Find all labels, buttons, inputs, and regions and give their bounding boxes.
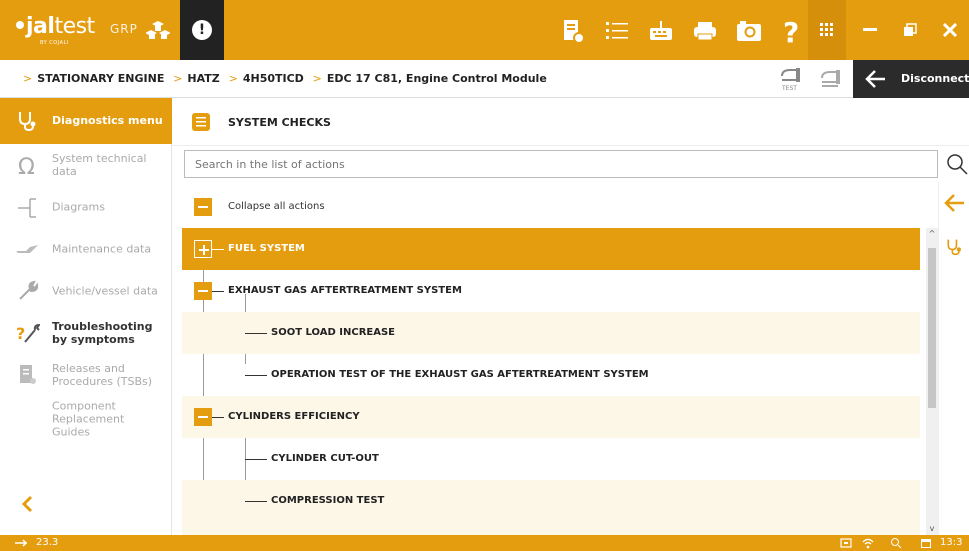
arrow-left-icon <box>865 70 885 88</box>
sidebar-item-vehicle-vessel-data[interactable]: Vehicle/vessel data <box>0 270 172 312</box>
checklist-icon <box>192 113 210 131</box>
list-icon[interactable] <box>604 18 630 44</box>
tree-branch <box>245 333 267 334</box>
minimize-icon <box>863 28 877 31</box>
calendar-icon <box>921 539 931 548</box>
grp-label: GRP <box>110 22 138 36</box>
tree-item-compression-test[interactable]: COMPRESSION TEST <box>182 480 920 522</box>
svg-text:Ω: Ω <box>18 155 35 177</box>
sidebar-item-releases-tsbs[interactable]: Releases and Procedures (TSBs) <box>0 354 172 396</box>
close-icon <box>943 23 957 37</box>
sidebar-item-maintenance-data[interactable]: Maintenance data <box>0 228 172 270</box>
oil-can-icon <box>16 245 38 253</box>
alert-icon: ! <box>192 20 212 40</box>
camera-icon[interactable] <box>736 18 762 44</box>
restore-button[interactable] <box>890 0 930 60</box>
keyboard-icon[interactable] <box>648 18 674 44</box>
logo: jaltest <box>16 14 95 39</box>
disconnect-button[interactable]: Disconnect <box>853 60 969 98</box>
breadcrumb: > STATIONARY ENGINE > HATZ >4H50TICD > EDC … <box>23 72 547 85</box>
section-header: SYSTEM CHECKS <box>172 98 969 146</box>
diagram-icon <box>18 198 36 218</box>
tree-item-operation-test[interactable]: OPERATION TEST OF THE EXHAUST GAS AFTERT… <box>182 354 920 396</box>
collapse-icon <box>194 408 212 426</box>
logo-subtitle: BY COJALI <box>40 40 69 46</box>
tree-item-fuel-system[interactable]: FUEL SYSTEM <box>182 228 920 270</box>
tree-item-exhaust-gas[interactable]: EXHAUST GAS AFTERTREATMENT SYSTEM <box>182 270 920 312</box>
svg-text:?: ? <box>783 18 799 44</box>
sidebar-item-diagnostics-menu[interactable]: Diagnostics menu <box>0 98 172 144</box>
voltage-readout: 23.3 <box>36 537 59 548</box>
tree-item-soot-load[interactable]: SOOT LOAD INCREASE <box>182 312 920 354</box>
tree-item-cylinder-cut-out[interactable]: CYLINDER CUT-OUT <box>182 438 920 480</box>
restore-icon <box>904 23 917 36</box>
usb-icon <box>15 539 28 547</box>
wifi-icon <box>862 538 874 549</box>
arrow-left-icon[interactable] <box>944 192 966 214</box>
breadcrumb-item[interactable]: STATIONARY ENGINE <box>37 72 164 85</box>
sidebar-item-system-technical-data[interactable]: Ω System technical data <box>0 144 172 186</box>
collapse-all-label: Collapse all actions <box>228 201 325 212</box>
tree-branch <box>212 417 224 418</box>
clock: 13:3 <box>940 537 963 548</box>
grid-icon <box>820 23 833 36</box>
top-bar: jaltest BY COJALI GRP ! ? <box>0 0 969 60</box>
sidebar-active-label: Diagnostics menu <box>52 114 163 127</box>
right-rail <box>938 182 969 535</box>
search-icon[interactable] <box>946 153 968 175</box>
collapse-all-row[interactable]: Collapse all actions <box>182 186 920 228</box>
svg-text:?: ? <box>16 324 25 343</box>
collapse-icon <box>194 282 212 300</box>
stethoscope-icon[interactable] <box>945 238 963 256</box>
minimize-button[interactable] <box>850 0 890 60</box>
connector-icon[interactable] <box>818 66 844 92</box>
breadcrumb-item[interactable]: 4H50TICD <box>243 72 304 85</box>
breadcrumb-item[interactable]: EDC 17 C81, Engine Control Module <box>327 72 547 85</box>
status-bar: 23.3 13:3 <box>0 535 969 551</box>
sidebar-item-diagrams[interactable]: Diagrams <box>0 186 172 228</box>
tree-branch <box>212 249 224 250</box>
troubleshoot-icon: ? <box>16 323 40 343</box>
disconnect-label: Disconnect <box>901 72 969 85</box>
connector-test-icon[interactable]: TEST <box>778 66 804 92</box>
report-icon[interactable] <box>560 18 586 44</box>
search-input[interactable] <box>184 150 938 178</box>
app-root: jaltest BY COJALI GRP ! ? > STATIONARY E… <box>0 0 969 551</box>
tree-item-partial[interactable] <box>182 522 920 535</box>
help-icon[interactable]: ? <box>778 18 804 44</box>
sidebar: Diagnostics menu Ω System technical data… <box>0 98 172 535</box>
omega-icon: Ω <box>18 155 35 177</box>
close-button[interactable] <box>930 0 969 60</box>
scroll-down-icon[interactable]: v <box>928 525 936 533</box>
printer-icon[interactable] <box>692 18 718 44</box>
breadcrumb-bar: > STATIONARY ENGINE > HATZ >4H50TICD > EDC … <box>0 60 969 98</box>
tree-item-cylinders-efficiency[interactable]: CYLINDERS EFFICIENCY <box>182 396 920 438</box>
search-icon <box>891 538 902 549</box>
wrench-icon <box>19 280 39 300</box>
tree-branch <box>245 459 267 460</box>
scrollbar-thumb[interactable] <box>928 248 936 408</box>
chevron-left-icon[interactable] <box>18 494 38 514</box>
brand-area: jaltest BY COJALI GRP <box>0 0 180 60</box>
alert-button[interactable]: ! <box>180 0 224 60</box>
sidebar-item-troubleshooting[interactable]: ? Troubleshooting by symptoms <box>0 312 172 354</box>
main-panel: SYSTEM CHECKS Collapse all actions FUEL … <box>172 98 969 535</box>
tree-branch <box>212 291 224 292</box>
section-title: SYSTEM CHECKS <box>228 116 331 129</box>
scroll-up-icon[interactable]: ^ <box>928 230 936 238</box>
expand-icon <box>194 240 212 258</box>
breadcrumb-item[interactable]: HATZ <box>187 72 219 85</box>
svg-text:TEST: TEST <box>781 85 797 92</box>
stethoscope-icon <box>19 112 36 132</box>
sidebar-item-component-replacement[interactable]: Component Replacement Guides <box>0 398 172 440</box>
actions-tree: Collapse all actions FUEL SYSTEM EXHAUST… <box>182 186 920 535</box>
apps-grid-button[interactable] <box>808 0 846 60</box>
collapse-icon <box>194 198 212 216</box>
battery-icon <box>840 538 852 548</box>
cubes-icon[interactable] <box>146 18 170 42</box>
document-icon <box>20 365 36 384</box>
tree-branch <box>245 375 267 376</box>
tree-branch <box>245 501 267 502</box>
